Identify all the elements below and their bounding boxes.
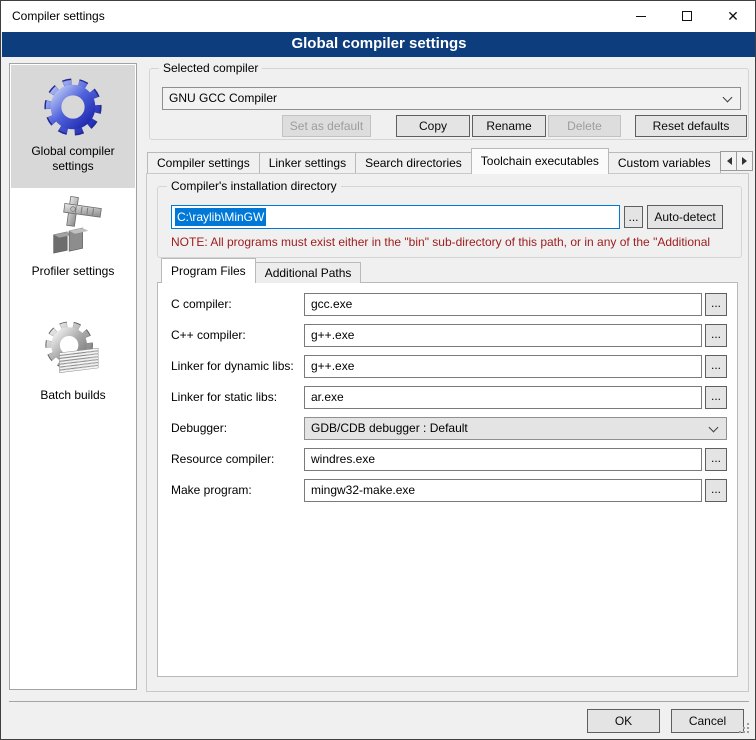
maximize-icon <box>682 11 692 21</box>
compiler-select-value: GNU GCC Compiler <box>169 88 277 109</box>
cpp-compiler-label: C++ compiler: <box>171 324 303 347</box>
c-compiler-value: gcc.exe <box>311 294 352 315</box>
tab-search-directories[interactable]: Search directories <box>355 152 472 174</box>
tab-scroll-right-button[interactable] <box>736 151 753 171</box>
tab-program-files[interactable]: Program Files <box>161 258 256 283</box>
debugger-label: Debugger: <box>171 417 303 440</box>
gray-gear-papers-icon <box>42 320 104 382</box>
linker-static-label: Linker for static libs: <box>171 386 303 409</box>
sidebar-item-label: Batch builds <box>40 388 105 403</box>
cpp-compiler-browse-button[interactable]: ... <box>705 324 727 347</box>
sidebar-item-batch-builds[interactable]: Batch builds <box>11 316 135 420</box>
linker-dynamic-label: Linker for dynamic libs: <box>171 355 303 378</box>
sidebar-item-label: Global compiler settings <box>11 144 135 174</box>
chevron-down-icon <box>723 93 733 103</box>
c-compiler-input[interactable]: gcc.exe <box>304 293 702 316</box>
reset-defaults-button[interactable]: Reset defaults <box>635 115 747 137</box>
resize-grip[interactable] <box>739 723 741 725</box>
installation-directory-value: C:\raylib\MinGW <box>175 208 266 226</box>
linker-dynamic-input[interactable]: g++.exe <box>304 355 702 378</box>
resource-compiler-input[interactable]: windres.exe <box>304 448 702 471</box>
chevron-down-icon <box>709 423 719 433</box>
page-title: Global compiler settings <box>2 32 756 57</box>
window-title: Compiler settings <box>12 1 105 32</box>
auto-detect-button[interactable]: Auto-detect <box>647 205 723 229</box>
arrow-left-icon <box>723 157 732 165</box>
tab-additional-paths[interactable]: Additional Paths <box>255 262 362 283</box>
c-compiler-label: C compiler: <box>171 293 303 316</box>
make-program-label: Make program: <box>171 479 303 502</box>
cpp-compiler-input[interactable]: g++.exe <box>304 324 702 347</box>
debugger-value: GDB/CDB debugger : Default <box>311 418 468 439</box>
tab-scroll-buttons <box>721 151 753 171</box>
make-program-value: mingw32-make.exe <box>311 480 415 501</box>
program-files-tabstrip: Program Files Additional Paths <box>161 258 360 283</box>
close-icon: ✕ <box>727 8 739 25</box>
tab-custom-variables[interactable]: Custom variables <box>608 152 721 174</box>
cpp-compiler-value: g++.exe <box>311 325 354 346</box>
tab-toolchain-executables[interactable]: Toolchain executables <box>471 148 609 174</box>
tab-scroll-left-button[interactable] <box>720 151 737 171</box>
group-legend: Selected compiler <box>159 61 262 75</box>
ok-button[interactable]: OK <box>587 709 660 733</box>
linker-static-input[interactable]: ar.exe <box>304 386 702 409</box>
resource-compiler-browse-button[interactable]: ... <box>705 448 727 471</box>
resource-compiler-value: windres.exe <box>311 449 375 470</box>
compiler-settings-dialog: Compiler settings ✕ Global compiler sett… <box>0 0 756 740</box>
group-legend: Compiler's installation directory <box>167 179 341 193</box>
linker-dynamic-value: g++.exe <box>311 356 354 377</box>
make-program-browse-button[interactable]: ... <box>705 479 727 502</box>
cancel-button[interactable]: Cancel <box>671 709 744 733</box>
compiler-select[interactable]: GNU GCC Compiler <box>162 87 741 110</box>
tab-linker-settings[interactable]: Linker settings <box>259 152 356 174</box>
sidebar-item-profiler-settings[interactable]: Profiler settings <box>11 194 135 294</box>
c-compiler-browse-button[interactable]: ... <box>705 293 727 316</box>
rename-button[interactable]: Rename <box>472 115 546 137</box>
minimize-button[interactable] <box>618 1 664 31</box>
arrow-right-icon <box>742 157 751 165</box>
caliper-icon <box>42 196 104 258</box>
delete-button[interactable]: Delete <box>548 115 621 137</box>
titlebar: Compiler settings ✕ <box>1 1 755 32</box>
sidebar-item-global-compiler-settings[interactable]: Global compiler settings <box>11 65 135 188</box>
linker-static-browse-button[interactable]: ... <box>705 386 727 409</box>
make-program-input[interactable]: mingw32-make.exe <box>304 479 702 502</box>
note-text: NOTE: All programs must exist either in … <box>171 235 742 249</box>
linker-static-value: ar.exe <box>311 387 344 408</box>
minimize-icon <box>636 16 646 17</box>
copy-button[interactable]: Copy <box>396 115 470 137</box>
settings-tabstrip: Compiler settings Linker settings Search… <box>147 148 747 174</box>
tab-compiler-settings[interactable]: Compiler settings <box>147 152 260 174</box>
browse-directory-button[interactable]: ... <box>624 206 643 228</box>
blue-gear-icon <box>42 76 104 138</box>
maximize-button[interactable] <box>664 1 710 31</box>
sidebar-item-label: Profiler settings <box>32 264 115 279</box>
linker-dynamic-browse-button[interactable]: ... <box>705 355 727 378</box>
installation-directory-input[interactable]: C:\raylib\MinGW <box>171 205 620 229</box>
resource-compiler-label: Resource compiler: <box>171 448 303 471</box>
set-as-default-button[interactable]: Set as default <box>282 115 371 137</box>
settings-category-list: Global compiler settings <box>9 63 137 690</box>
debugger-select[interactable]: GDB/CDB debugger : Default <box>304 417 727 440</box>
footer-divider <box>9 701 749 702</box>
close-button[interactable]: ✕ <box>710 1 756 31</box>
